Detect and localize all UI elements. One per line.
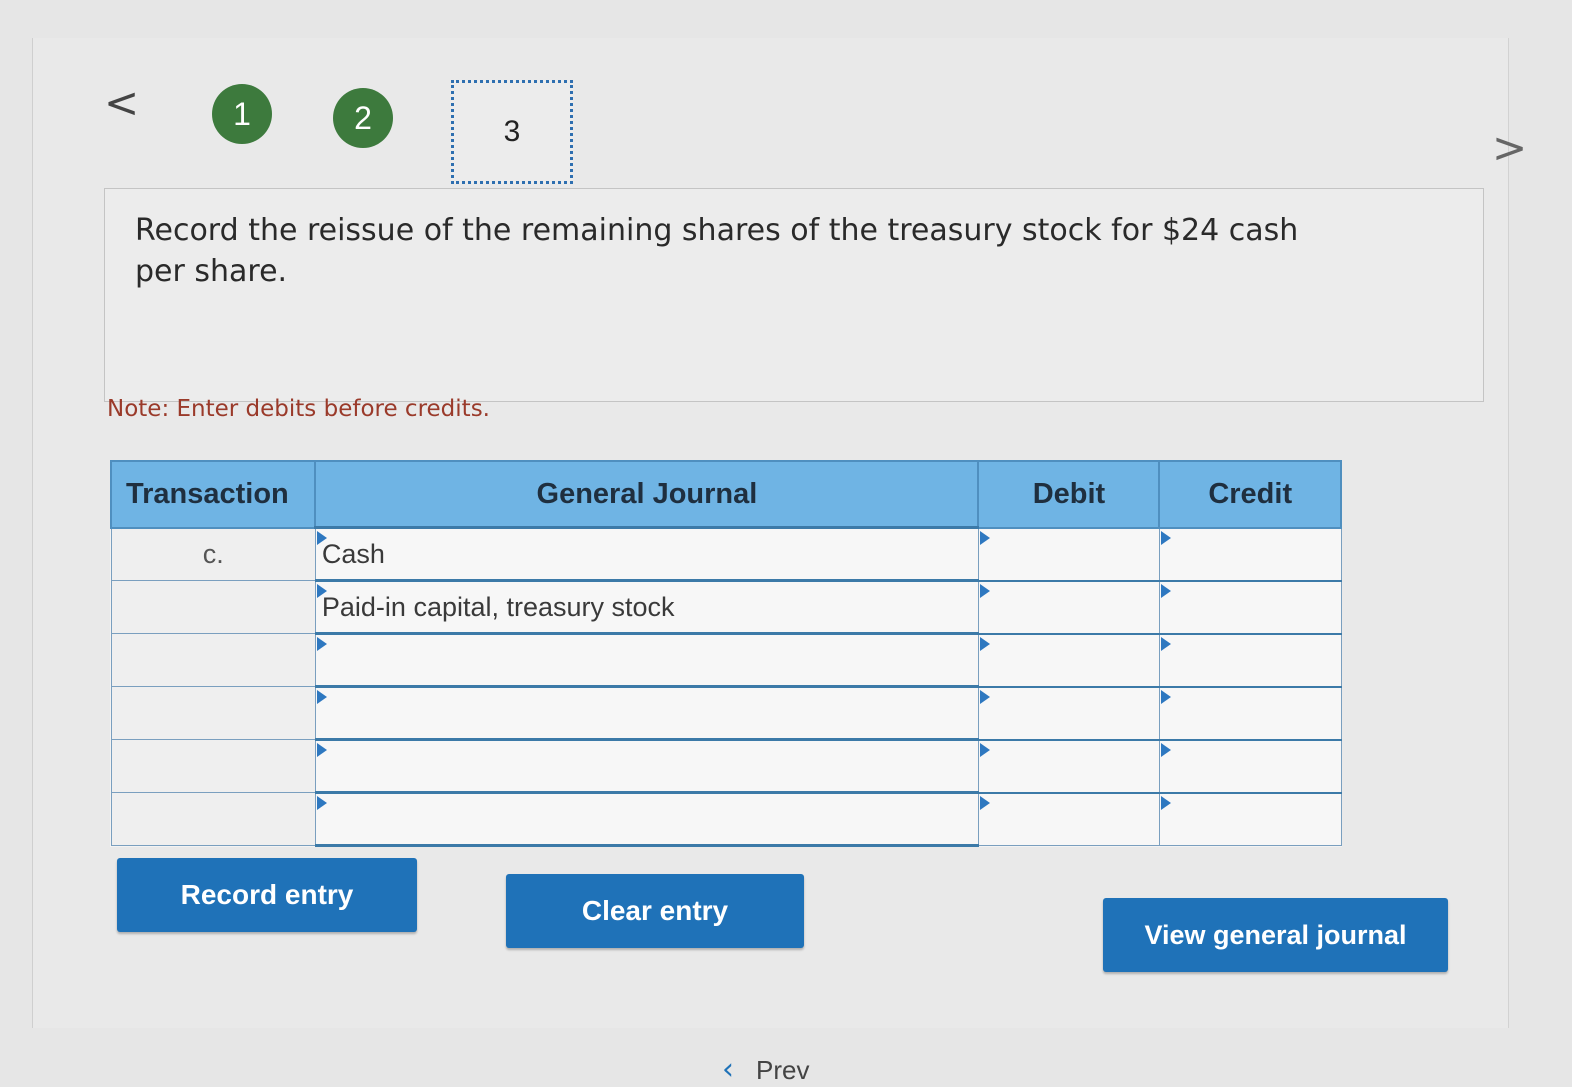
step-3-current-tab[interactable]: 3 (451, 80, 573, 184)
transaction-cell (110, 739, 316, 793)
chevron-left-icon: ‹ (722, 1052, 734, 1087)
journal-body: c. Cash Paid-in capital, treasury stock (110, 526, 1342, 847)
account-select[interactable]: Paid-in capital, treasury stock (314, 579, 979, 635)
question-box: Record the reissue of the remaining shar… (104, 188, 1484, 402)
transaction-cell (110, 633, 316, 687)
debit-input[interactable] (977, 685, 1160, 740)
table-row (110, 685, 1342, 741)
table-row: c. Cash (110, 526, 1342, 582)
account-select[interactable] (314, 738, 979, 794)
record-entry-button[interactable]: Record entry (117, 858, 417, 932)
step-1-button[interactable]: 1 (212, 84, 272, 144)
credit-input[interactable] (1158, 632, 1342, 687)
account-select-value: Paid-in capital, treasury stock (321, 591, 675, 622)
dropdown-marker-icon (1160, 583, 1171, 598)
credit-input[interactable] (1158, 579, 1342, 634)
dropdown-marker-icon (979, 795, 990, 810)
dropdown-marker-icon (1160, 689, 1171, 704)
debit-input[interactable] (977, 738, 1160, 793)
general-journal-column-header: General Journal (314, 460, 980, 529)
prev-question-arrow-icon[interactable]: < (104, 82, 139, 124)
account-select[interactable] (314, 791, 979, 847)
credit-input[interactable] (1158, 685, 1342, 740)
table-row (110, 632, 1342, 688)
dropdown-marker-icon (316, 531, 327, 545)
dropdown-marker-icon (1160, 795, 1171, 810)
account-select[interactable] (314, 632, 979, 688)
view-general-journal-button[interactable]: View general journal (1103, 898, 1448, 972)
dropdown-marker-icon (979, 530, 990, 545)
transaction-column-header: Transaction (109, 460, 317, 529)
dropdown-marker-icon (316, 637, 327, 651)
transaction-cell (110, 580, 316, 634)
dropdown-marker-icon (1160, 636, 1171, 651)
dropdown-marker-icon (979, 583, 990, 598)
dropdown-marker-icon (1160, 742, 1171, 757)
journal-entry-table: Transaction General Journal Debit Credit… (109, 460, 1342, 847)
debit-input[interactable] (977, 526, 1160, 581)
next-question-arrow-icon[interactable]: > (1492, 127, 1527, 169)
debit-input[interactable] (977, 579, 1160, 634)
dropdown-marker-icon (316, 796, 327, 810)
account-select[interactable]: Cash (314, 526, 979, 582)
table-row: Paid-in capital, treasury stock (110, 579, 1342, 635)
dropdown-marker-icon (979, 636, 990, 651)
debit-input[interactable] (977, 632, 1160, 687)
dropdown-marker-icon (316, 690, 327, 704)
account-select[interactable] (314, 685, 979, 741)
table-row (110, 738, 1342, 794)
credit-input[interactable] (1158, 738, 1342, 793)
credit-input[interactable] (1158, 526, 1342, 581)
bottom-prev-nav[interactable]: ‹ Prev (722, 1052, 809, 1087)
table-header-row: Transaction General Journal Debit Credit (109, 460, 1342, 529)
transaction-cell (110, 686, 316, 740)
account-select-value: Cash (321, 538, 385, 569)
credit-column-header: Credit (1158, 460, 1342, 529)
table-row (110, 791, 1342, 847)
step-2-button[interactable]: 2 (333, 88, 393, 148)
dropdown-marker-icon (979, 689, 990, 704)
prev-label: Prev (756, 1055, 810, 1085)
dropdown-marker-icon (316, 584, 327, 598)
transaction-cell (110, 792, 316, 846)
question-text: Record the reissue of the remaining shar… (135, 213, 1299, 289)
transaction-cell: c. (110, 527, 316, 581)
clear-entry-button[interactable]: Clear entry (506, 874, 804, 948)
dropdown-marker-icon (979, 742, 990, 757)
debit-column-header: Debit (977, 460, 1161, 529)
credit-input[interactable] (1158, 791, 1342, 846)
instruction-note: Note: Enter debits before credits. (107, 396, 490, 422)
debit-input[interactable] (977, 791, 1160, 846)
dropdown-marker-icon (1160, 530, 1171, 545)
dropdown-marker-icon (316, 743, 327, 757)
